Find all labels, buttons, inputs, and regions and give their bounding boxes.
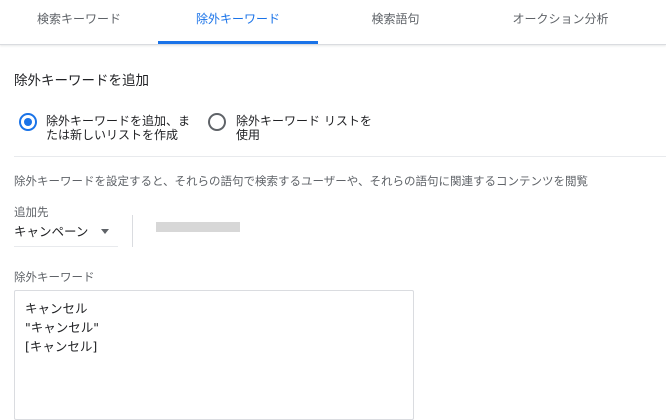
- vertical-separator: [132, 215, 133, 247]
- tab-search-terms[interactable]: 検索語句: [318, 0, 473, 44]
- tab-search-keywords[interactable]: 検索キーワード: [0, 0, 158, 44]
- description-text: 除外キーワードを設定すると、それらの語句で検索するユーザーや、それらの語句に関連…: [14, 174, 588, 188]
- negative-keywords-label: 除外キーワード: [14, 270, 95, 284]
- caret-down-icon: [101, 229, 109, 234]
- radio-use-list[interactable]: [208, 113, 226, 131]
- keyword-line: "キャンセル": [25, 320, 99, 335]
- radio-new-list-label[interactable]: 除外キーワードを追加、ま たは新しいリストを作成: [46, 114, 216, 142]
- negative-keywords-textarea[interactable]: キャンセル "キャンセル" [キャンセル]: [14, 290, 414, 420]
- radio-new-list-label-line2: たは新しいリストを作成: [46, 128, 179, 142]
- tab-bar: 検索キーワード 除外キーワード 検索語句 オークション分析: [0, 0, 666, 45]
- radio-use-list-label-line2: 使用: [236, 128, 261, 142]
- keyword-line: キャンセル: [25, 301, 88, 316]
- radio-use-list-label[interactable]: 除外キーワード リストを 使用: [236, 114, 406, 142]
- radio-new-list-label-line1: 除外キーワードを追加、ま: [46, 114, 191, 128]
- radio-use-list-label-line1: 除外キーワード リストを: [236, 114, 372, 128]
- redacted-campaign-name: [156, 222, 240, 232]
- campaign-select[interactable]: キャンペーン: [14, 218, 118, 247]
- tab-negative-keywords[interactable]: 除外キーワード: [158, 0, 318, 44]
- tab-auction-insights[interactable]: オークション分析: [473, 0, 648, 44]
- radio-new-list[interactable]: [19, 113, 37, 131]
- section-title: 除外キーワードを追加: [14, 73, 149, 89]
- section-divider: [14, 156, 666, 157]
- campaign-select-value: キャンペーン: [14, 224, 89, 239]
- active-tab-indicator: [158, 41, 318, 44]
- keyword-line: [キャンセル]: [25, 339, 98, 354]
